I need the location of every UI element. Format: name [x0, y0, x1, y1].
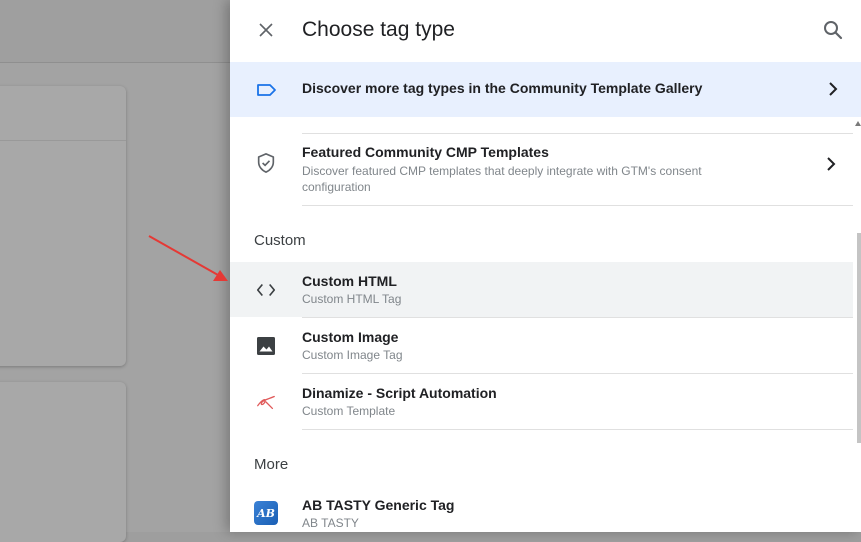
- tag-row-dinamize-script-automation[interactable]: Dinamize - Script Automation Custom Temp…: [230, 374, 853, 429]
- scroll-up-arrow-icon[interactable]: [855, 121, 861, 126]
- row-subtitle: Custom Template: [302, 404, 396, 418]
- choose-tag-type-panel: Choose tag type Discover more tag types …: [230, 0, 861, 532]
- list-divider: [302, 205, 853, 206]
- tag-type-list: ​ Featured Community CMP Templates Disco…: [230, 117, 861, 532]
- row-title: Custom Image: [302, 329, 399, 345]
- code-brackets-icon: [254, 278, 278, 302]
- backdrop-card: [0, 382, 126, 542]
- tag-row-custom-html[interactable]: Custom HTML Custom HTML Tag: [230, 262, 853, 317]
- ab-tasty-logo: AB: [254, 501, 278, 525]
- image-icon: [254, 334, 278, 358]
- backdrop-card: [0, 86, 126, 366]
- discover-gallery-banner[interactable]: Discover more tag types in the Community…: [230, 62, 861, 117]
- row-subtitle: Custom Image Tag: [302, 348, 403, 362]
- list-scrollbar[interactable]: [857, 117, 861, 532]
- search-icon: [824, 21, 843, 40]
- chevron-right-icon: [829, 82, 838, 96]
- dinamize-logo-icon: [254, 390, 278, 414]
- close-button[interactable]: [252, 16, 280, 44]
- shield-check-icon: [254, 151, 278, 175]
- tag-outline-icon: [257, 84, 276, 96]
- row-subtitle: Discover featured CMP templates that dee…: [302, 164, 702, 178]
- list-divider: [302, 429, 853, 430]
- row-title: Dinamize - Script Automation: [302, 385, 497, 401]
- backdrop-topbar: [0, 0, 230, 63]
- tag-row-featured-cmp-templates[interactable]: Featured Community CMP Templates Discove…: [230, 134, 853, 205]
- tag-row-ab-tasty-generic-tag[interactable]: AB AB TASTY Generic Tag AB TASTY: [230, 486, 853, 532]
- row-subtitle-continued: configuration: [302, 180, 371, 194]
- row-subtitle: AB TASTY: [302, 516, 359, 530]
- section-heading-more: More: [254, 456, 289, 473]
- backdrop-card-divider: [0, 140, 126, 141]
- scrollbar-thumb[interactable]: [857, 233, 861, 443]
- row-title: Custom HTML: [302, 273, 397, 289]
- close-icon: [259, 23, 273, 37]
- section-heading-custom: Custom: [254, 232, 306, 249]
- panel-title: Choose tag type: [302, 18, 455, 41]
- row-title: AB TASTY Generic Tag: [302, 497, 455, 513]
- panel-header: Choose tag type: [230, 0, 861, 62]
- ab-tasty-logo-icon: AB: [254, 501, 278, 525]
- search-button[interactable]: [819, 16, 847, 44]
- tag-row-custom-image[interactable]: Custom Image Custom Image Tag: [230, 318, 853, 373]
- row-subtitle: Custom HTML Tag: [302, 292, 402, 306]
- chevron-right-icon: [827, 157, 836, 171]
- row-title: Featured Community CMP Templates: [302, 144, 549, 160]
- discover-banner-label: Discover more tag types in the Community…: [302, 80, 703, 96]
